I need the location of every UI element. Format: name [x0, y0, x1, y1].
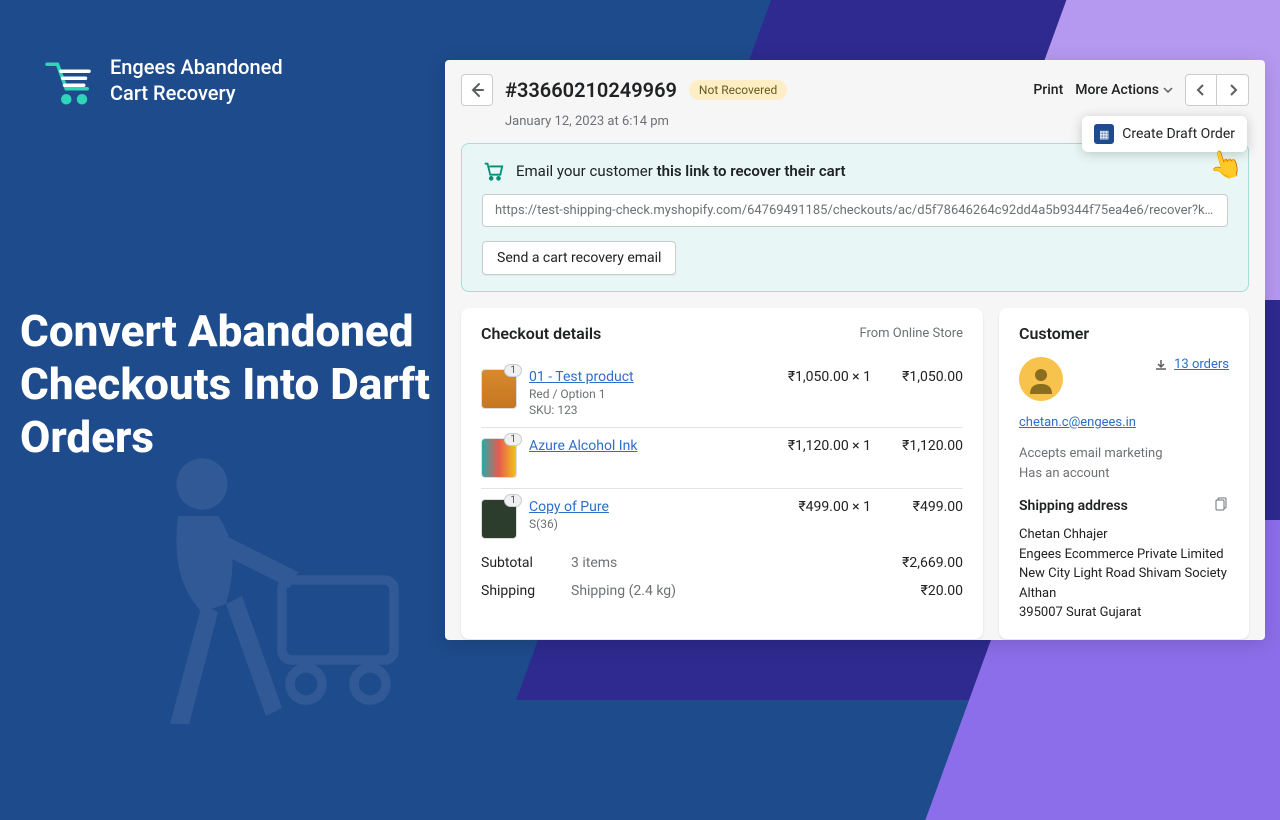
unit-price: ₹499.00 × 1	[771, 499, 871, 515]
brand-logo: Engees Abandoned Cart Recovery	[40, 52, 283, 108]
prev-button[interactable]	[1185, 74, 1217, 106]
line-item: 1 Azure Alcohol Ink ₹1,120.00 × 1 ₹1,120…	[481, 428, 963, 489]
subtotal-desc: 3 items	[571, 555, 883, 571]
checkout-details-title: Checkout details	[481, 324, 601, 343]
shipping-line1: Engees Ecommerce Private Limited New Cit…	[1019, 545, 1229, 604]
line-total: ₹1,050.00	[883, 369, 963, 385]
silhouette-decoration	[90, 436, 410, 760]
copy-icon	[1215, 497, 1229, 511]
customer-title: Customer	[1019, 324, 1229, 343]
cart-icon	[482, 160, 504, 182]
customer-email-link[interactable]: chetan.c@engees.in	[1019, 415, 1229, 430]
checkout-source: From Online Store	[859, 326, 963, 341]
create-draft-order-item[interactable]: ▦ Create Draft Order	[1082, 116, 1247, 152]
more-actions-menu[interactable]: More Actions	[1075, 82, 1173, 98]
arrow-left-icon	[469, 82, 485, 98]
qty-badge: 1	[504, 494, 522, 507]
copy-address-button[interactable]	[1215, 497, 1229, 515]
app-window: #33660210249969 Not Recovered Print More…	[445, 60, 1265, 640]
product-sku: SKU: 123	[529, 403, 759, 417]
create-draft-order-label: Create Draft Order	[1122, 126, 1235, 142]
product-thumbnail: 1	[481, 438, 517, 478]
draft-order-icon: ▦	[1094, 124, 1114, 144]
print-link[interactable]: Print	[1033, 82, 1063, 98]
unit-price: ₹1,120.00 × 1	[771, 438, 871, 454]
order-id: #33660210249969	[505, 78, 677, 102]
headline: Convert Abandoned Checkouts Into Darft O…	[20, 305, 440, 463]
unit-price: ₹1,050.00 × 1	[771, 369, 871, 385]
product-variant: S(36)	[529, 517, 759, 531]
qty-badge: 1	[504, 364, 522, 377]
chevron-right-icon	[1228, 84, 1238, 96]
brand-line1: Engees Abandoned	[110, 54, 283, 80]
product-link[interactable]: Copy of Pure	[529, 499, 759, 515]
customer-meta: Accepts email marketing	[1019, 444, 1229, 464]
next-button[interactable]	[1217, 74, 1249, 106]
avatar	[1019, 357, 1063, 401]
subtotal-label: Subtotal	[481, 555, 571, 571]
more-actions-label: More Actions	[1075, 82, 1159, 98]
subtotal-value: ₹2,669.00	[883, 555, 963, 571]
shipping-line2: 395007 Surat Gujarat	[1019, 603, 1229, 623]
orders-link[interactable]: 13 orders	[1154, 357, 1229, 372]
download-icon	[1154, 358, 1168, 372]
shipping-address-title: Shipping address	[1019, 498, 1128, 514]
checkout-details-card: Checkout details From Online Store 1 01 …	[461, 308, 983, 639]
recovery-url-input[interactable]: https://test-shipping-check.myshopify.co…	[482, 194, 1228, 227]
shipping-desc: Shipping (2.4 kg)	[571, 583, 883, 599]
product-link[interactable]: Azure Alcohol Ink	[529, 438, 759, 454]
product-link[interactable]: 01 - Test product	[529, 369, 759, 385]
status-badge: Not Recovered	[689, 80, 787, 100]
cart-logo-icon	[40, 52, 96, 108]
line-item: 1 Copy of Pure S(36) ₹499.00 × 1 ₹499.00	[481, 489, 963, 549]
line-item: 1 01 - Test product Red / Option 1 SKU: …	[481, 359, 963, 428]
product-thumbnail: 1	[481, 499, 517, 539]
line-total: ₹1,120.00	[883, 438, 963, 454]
customer-card: Customer 13 orders chetan.c@engees.in Ac…	[999, 308, 1249, 639]
recovery-card: Email your customer this link to recover…	[461, 143, 1249, 292]
line-total: ₹499.00	[883, 499, 963, 515]
chevron-down-icon	[1163, 87, 1173, 93]
shipping-value: ₹20.00	[883, 583, 963, 599]
chevron-left-icon	[1196, 84, 1206, 96]
shipping-name: Chetan Chhajer	[1019, 525, 1229, 545]
back-button[interactable]	[461, 74, 493, 106]
brand-line2: Cart Recovery	[110, 80, 283, 106]
product-variant: Red / Option 1	[529, 387, 759, 401]
shipping-label: Shipping	[481, 583, 571, 599]
send-recovery-email-button[interactable]: Send a cart recovery email	[482, 241, 676, 275]
qty-badge: 1	[504, 433, 522, 446]
customer-meta: Has an account	[1019, 464, 1229, 484]
product-thumbnail: 1	[481, 369, 517, 409]
recovery-instruction: Email your customer this link to recover…	[516, 162, 846, 180]
user-icon	[1026, 364, 1056, 394]
